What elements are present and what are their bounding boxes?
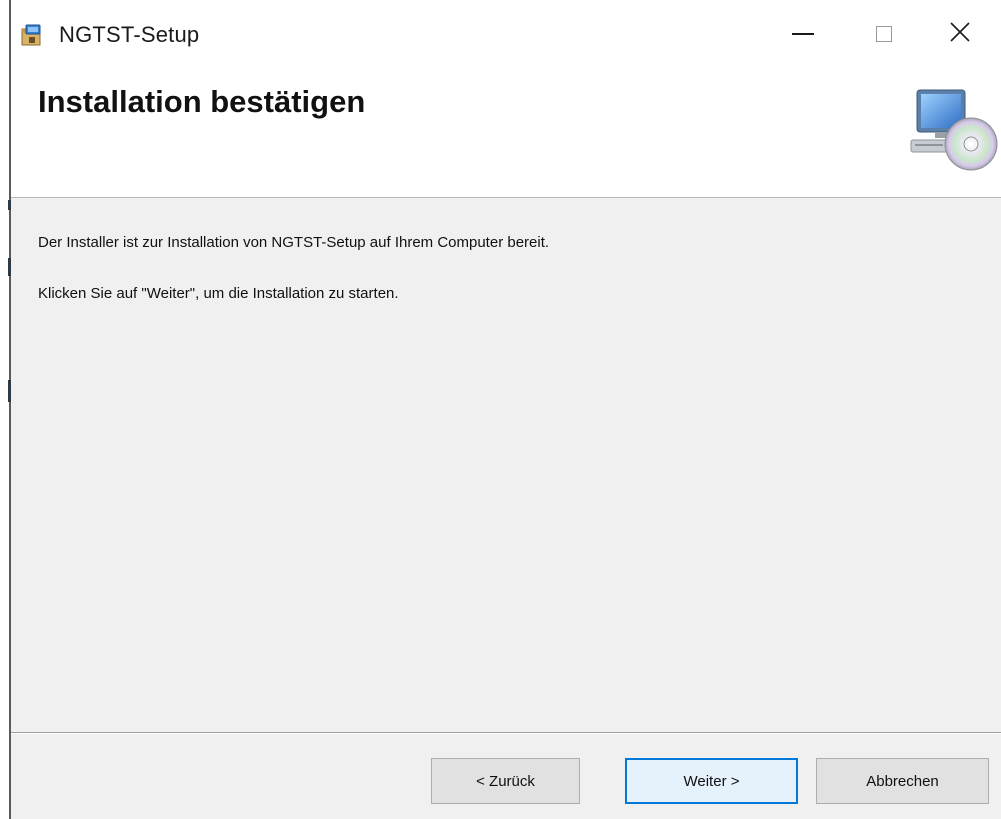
title-bar[interactable]: NGTST-Setup <box>11 0 1001 72</box>
instruction-message: Klicken Sie auf "Weiter", um die Install… <box>38 285 399 302</box>
maximize-button[interactable] <box>854 12 914 56</box>
button-bar: < Zurück Weiter > Abbrechen <box>11 734 1001 819</box>
content-area: Der Installer ist zur Installation von N… <box>11 198 1001 732</box>
window-title: NGTST-Setup <box>59 22 200 47</box>
header-banner: Installation bestätigen <box>11 72 1001 197</box>
maximize-icon <box>876 26 892 42</box>
cancel-button[interactable]: Abbrechen <box>816 758 989 804</box>
computer-cd-icon <box>901 84 1001 174</box>
ready-message: Der Installer ist zur Installation von N… <box>38 234 550 251</box>
minimize-icon <box>792 33 814 35</box>
next-button[interactable]: Weiter > <box>625 758 798 804</box>
close-icon <box>949 21 971 48</box>
minimize-button[interactable] <box>773 12 833 56</box>
setup-window: NGTST-Setup Installation bestätigen Der … <box>0 0 1001 819</box>
close-button[interactable] <box>930 12 990 56</box>
installer-package-icon <box>19 23 45 49</box>
back-button[interactable]: < Zurück <box>431 758 580 804</box>
page-title: Installation bestätigen <box>38 84 366 119</box>
